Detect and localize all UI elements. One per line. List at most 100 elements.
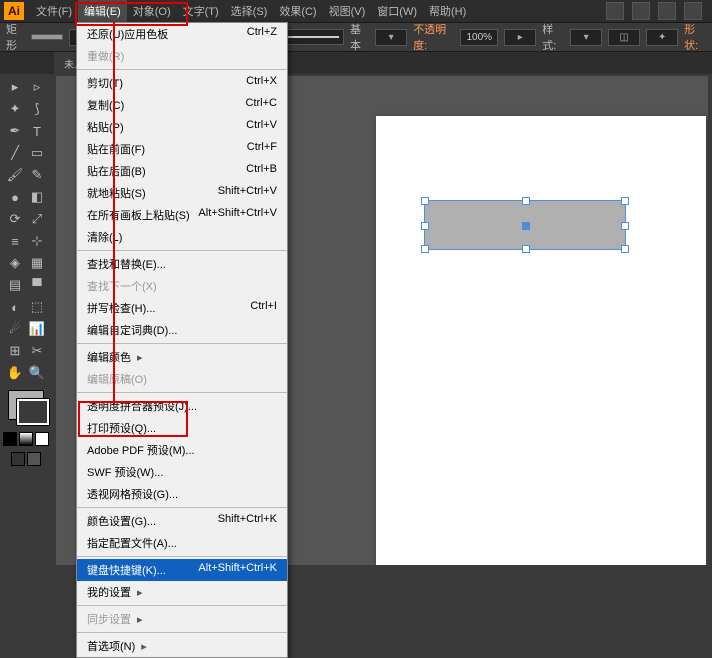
- menu-item[interactable]: 清除(L): [77, 226, 287, 248]
- align-icon[interactable]: ◫: [608, 29, 640, 46]
- mesh-tool[interactable]: ▤: [4, 274, 26, 296]
- menu-item[interactable]: 就地粘贴(S)Shift+Ctrl+V: [77, 182, 287, 204]
- menu-item[interactable]: 贴在前面(F)Ctrl+F: [77, 138, 287, 160]
- gradient-tool[interactable]: ▀: [26, 274, 48, 296]
- menu-item[interactable]: 打印预设(Q)...: [77, 417, 287, 439]
- width-tool[interactable]: ≡: [4, 230, 26, 252]
- menu-item[interactable]: 编辑自定词典(D)...: [77, 319, 287, 341]
- menu-item[interactable]: 颜色设置(G)...Shift+Ctrl+K: [77, 510, 287, 532]
- handle-ne[interactable]: [621, 197, 629, 205]
- menu-item: 编辑原稿(O): [77, 368, 287, 390]
- pencil-tool[interactable]: ✎: [26, 164, 48, 186]
- handle-n[interactable]: [522, 197, 530, 205]
- menu-帮助[interactable]: 帮助(H): [423, 0, 472, 22]
- menu-选择[interactable]: 选择(S): [225, 0, 274, 22]
- none-mode-icon[interactable]: [35, 432, 49, 446]
- menu-item: 查找下一个(X): [77, 275, 287, 297]
- menu-item[interactable]: 透明度拼合器预设(J)...: [77, 395, 287, 417]
- menubar: Ai 文件(F)编辑(E)对象(O)文字(T)选择(S)效果(C)视图(V)窗口…: [0, 0, 712, 23]
- lasso-tool[interactable]: ⟆: [26, 98, 48, 120]
- rotate-tool[interactable]: ⟳: [4, 208, 26, 230]
- menu-item[interactable]: 剪切(T)Ctrl+X: [77, 72, 287, 94]
- menu-文件[interactable]: 文件(F): [30, 0, 78, 22]
- blend-tool[interactable]: ⬚: [26, 296, 48, 318]
- pen-tool[interactable]: ✒: [4, 120, 26, 142]
- menu-文字[interactable]: 文字(T): [177, 0, 225, 22]
- free-tool[interactable]: ⊹: [26, 230, 48, 252]
- color-mode-icon[interactable]: [3, 432, 17, 446]
- menu-item[interactable]: 编辑颜色: [77, 346, 287, 368]
- more-icon[interactable]: ✦: [646, 29, 678, 46]
- menu-item[interactable]: SWF 预设(W)...: [77, 461, 287, 483]
- layout-icon[interactable]: [606, 2, 624, 20]
- handle-se[interactable]: [621, 245, 629, 253]
- type-tool[interactable]: T: [26, 120, 48, 142]
- menu-item[interactable]: 在所有画板上粘贴(S)Alt+Shift+Ctrl+V: [77, 204, 287, 226]
- menu-编辑[interactable]: 编辑(E): [78, 0, 127, 22]
- menu-窗口[interactable]: 窗口(W): [371, 0, 423, 22]
- selection-tool[interactable]: ▸: [4, 76, 26, 98]
- search-icon[interactable]: [684, 2, 702, 20]
- edit-menu-dropdown: 还原(U)应用色板Ctrl+Z重做(R) 剪切(T)Ctrl+X复制(C)Ctrl…: [76, 22, 288, 658]
- graph-tool[interactable]: 📊: [26, 318, 48, 340]
- opacity-dd[interactable]: ▸: [504, 29, 536, 46]
- menu-item: 重做(R): [77, 45, 287, 67]
- menu-item[interactable]: 键盘快捷键(K)...Alt+Shift+Ctrl+K: [77, 559, 287, 581]
- menu-item: 同步设置: [77, 608, 287, 630]
- color-swatches: [4, 390, 48, 466]
- symbol-tool[interactable]: ☄: [4, 318, 26, 340]
- handle-e[interactable]: [621, 222, 629, 230]
- shape-label: 矩形: [6, 21, 25, 53]
- menu-item[interactable]: 首选项(N): [77, 635, 287, 657]
- scale-tool[interactable]: ⤢: [26, 208, 48, 230]
- menu-视图[interactable]: 视图(V): [323, 0, 372, 22]
- handle-sw[interactable]: [421, 245, 429, 253]
- menu-效果[interactable]: 效果(C): [273, 0, 322, 22]
- basic-dd[interactable]: ▾: [375, 29, 407, 46]
- slice-tool[interactable]: ✂: [26, 340, 48, 362]
- menu-item[interactable]: Adobe PDF 预设(M)...: [77, 439, 287, 461]
- opacity-label: 不透明度:: [413, 21, 454, 53]
- handle-center[interactable]: [522, 222, 530, 230]
- menu-item[interactable]: 粘贴(P)Ctrl+V: [77, 116, 287, 138]
- handle-nw[interactable]: [421, 197, 429, 205]
- artboard-tool[interactable]: ⊞: [4, 340, 26, 362]
- app-logo: Ai: [4, 2, 24, 20]
- wand-tool[interactable]: ✦: [4, 98, 26, 120]
- doc-icon[interactable]: [632, 2, 650, 20]
- gradient-mode-icon[interactable]: [19, 432, 33, 446]
- blob-tool[interactable]: ●: [4, 186, 26, 208]
- eyedropper-tool[interactable]: ◐: [4, 296, 26, 318]
- basic-label: 基本: [350, 21, 369, 53]
- screen-normal-icon[interactable]: [11, 452, 25, 466]
- brush-tool[interactable]: 🖌: [4, 164, 26, 186]
- style-dd[interactable]: ▾: [570, 29, 602, 46]
- handle-w[interactable]: [421, 222, 429, 230]
- line-tool[interactable]: ╱: [4, 142, 26, 164]
- selected-rectangle[interactable]: [424, 200, 626, 250]
- arrange-icon[interactable]: [658, 2, 676, 20]
- prop-label: 形状:: [684, 21, 706, 53]
- shape-builder-tool[interactable]: ◈: [4, 252, 26, 274]
- menu-item[interactable]: 复制(C)Ctrl+C: [77, 94, 287, 116]
- menu-item[interactable]: 我的设置: [77, 581, 287, 603]
- menu-item[interactable]: 透视网格预设(G)...: [77, 483, 287, 505]
- fill-swatch[interactable]: [31, 34, 63, 40]
- menu-item[interactable]: 指定配置文件(A)...: [77, 532, 287, 554]
- zoom-tool[interactable]: 🔍: [26, 362, 48, 384]
- screen-full-icon[interactable]: [27, 452, 41, 466]
- handle-s[interactable]: [522, 245, 530, 253]
- menu-item[interactable]: 拼写检查(H)...Ctrl+I: [77, 297, 287, 319]
- direct-select-tool[interactable]: ▹: [26, 76, 48, 98]
- eraser-tool[interactable]: ◧: [26, 186, 48, 208]
- opacity-value[interactable]: 100%: [460, 29, 498, 46]
- rect-tool[interactable]: ▭: [26, 142, 48, 164]
- menu-item[interactable]: 还原(U)应用色板Ctrl+Z: [77, 23, 287, 45]
- artboard: [376, 116, 706, 565]
- hand-tool[interactable]: ✋: [4, 362, 26, 384]
- perspective-tool[interactable]: ▦: [26, 252, 48, 274]
- fill-stroke-icon[interactable]: [8, 390, 44, 420]
- menu-item[interactable]: 查找和替换(E)...: [77, 253, 287, 275]
- menu-对象[interactable]: 对象(O): [127, 0, 177, 22]
- menu-item[interactable]: 贴在后面(B)Ctrl+B: [77, 160, 287, 182]
